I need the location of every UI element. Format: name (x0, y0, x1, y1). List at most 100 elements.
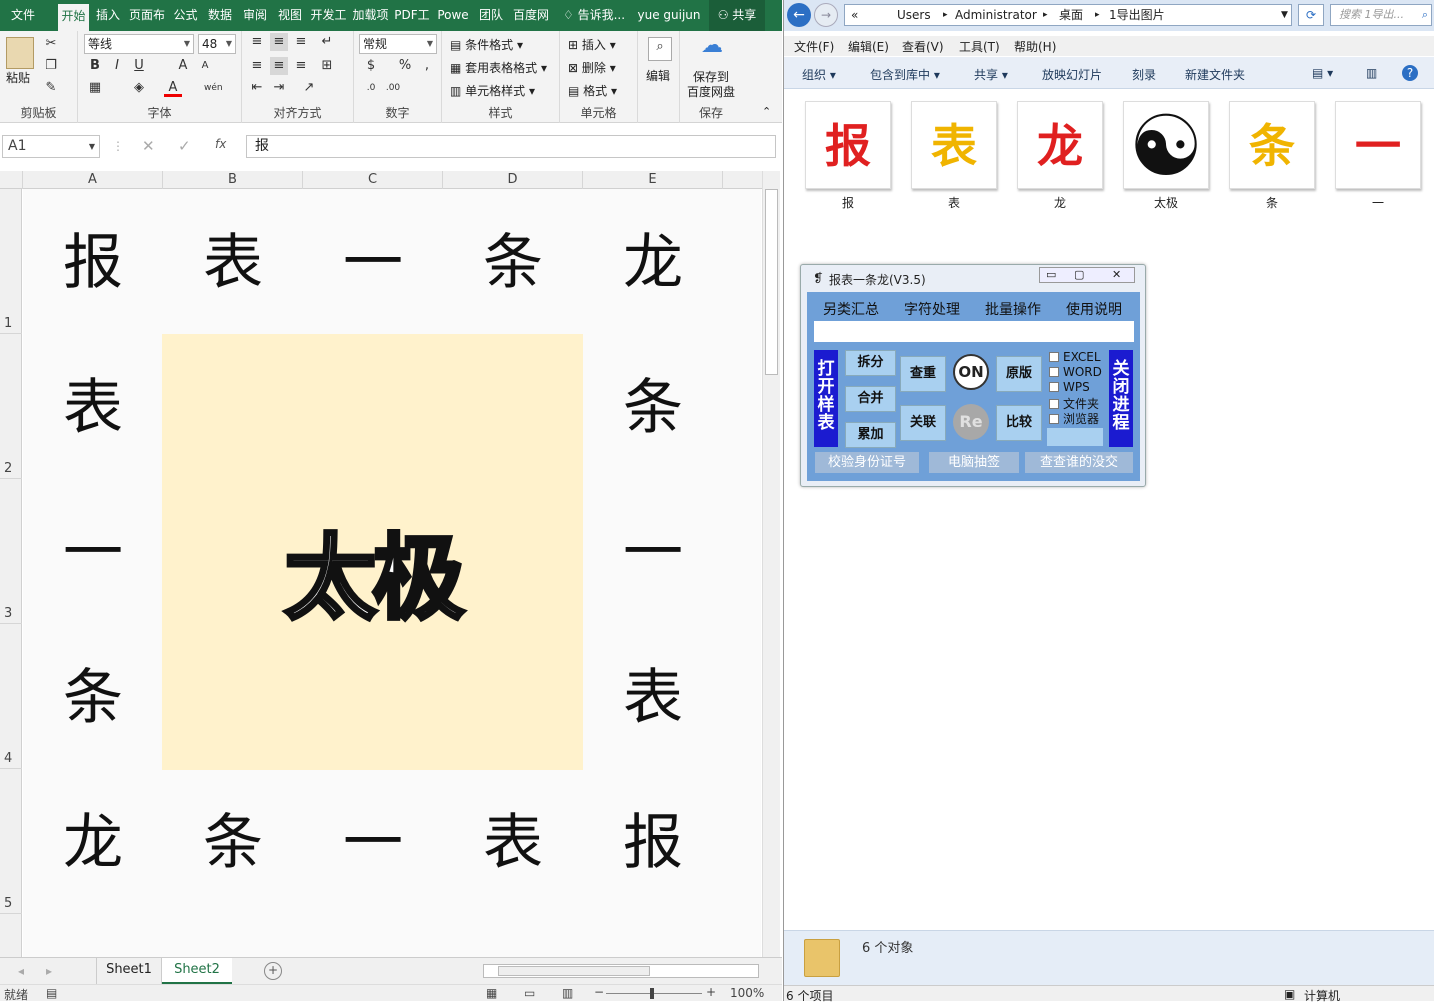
accumulate-button[interactable]: 累加 (845, 422, 896, 448)
menu-alt-summary[interactable]: 另类汇总 (823, 299, 879, 319)
share-button[interactable]: ⚇ 共享 (709, 0, 765, 31)
sheet-tab-active[interactable]: Sheet2 (162, 958, 232, 984)
include-library-button[interactable]: 包含到库中 ▾ (870, 66, 940, 83)
row-header[interactable]: 4 (0, 624, 22, 769)
cell-d5[interactable]: 表 (443, 813, 583, 873)
forward-icon[interactable]: → (814, 3, 838, 27)
scroll-thumb[interactable] (765, 189, 778, 375)
verify-id-button[interactable]: 校验身份证号 (815, 452, 919, 473)
breadcrumb-item[interactable]: 1导出图片 (1109, 5, 1165, 25)
decrease-indent-icon[interactable]: ⇤ (248, 79, 266, 97)
view-options-icon[interactable]: ▤ ▾ (1312, 66, 1333, 80)
relate-button[interactable]: 关联 (900, 405, 946, 441)
back-icon[interactable]: ← (787, 3, 811, 27)
next-sheet-icon[interactable]: ▸ (46, 964, 52, 978)
worksheet-grid[interactable]: 太极 报 表 一 条 龙 表 条 一 一 条 表 龙 条 一 表 报 (23, 189, 761, 957)
cell-e2[interactable]: 条 (583, 378, 723, 438)
menu-instructions[interactable]: 使用说明 (1066, 299, 1122, 319)
organize-button[interactable]: 组织 ▾ (802, 66, 836, 83)
editing-button-label[interactable]: 编辑 (646, 67, 670, 84)
row-header[interactable]: 5 (0, 769, 22, 914)
name-box[interactable]: A1 ▼ (2, 135, 100, 158)
page-layout-view-icon[interactable]: ▭ (524, 986, 535, 1000)
orientation-icon[interactable]: ↗ (300, 79, 318, 97)
align-right-icon[interactable]: ≡ (292, 57, 310, 75)
prev-sheet-icon[interactable]: ◂ (18, 964, 24, 978)
tab-formulas[interactable]: 公式 (170, 0, 201, 31)
menu-tools[interactable]: 工具(T) (959, 38, 1000, 55)
minimize-icon[interactable]: ▭ (1046, 268, 1056, 281)
tab-developer[interactable]: 开发工 (309, 0, 348, 31)
conditional-format-button[interactable]: ▤ 条件格式 ▾ (450, 36, 523, 53)
merged-cell-b2-d4[interactable]: 太极 (162, 334, 583, 770)
tab-page-layout[interactable]: 页面布 (127, 0, 167, 31)
font-color-icon[interactable]: A (164, 79, 182, 97)
font-size-select[interactable]: 48 ▼ (198, 34, 236, 54)
align-center-icon[interactable]: ≡ (270, 57, 288, 75)
file-thumbnail[interactable]: 报 (805, 101, 891, 189)
cut-icon[interactable]: ✂ (42, 35, 60, 53)
italic-icon[interactable]: I (108, 57, 126, 75)
horizontal-scrollbar[interactable] (483, 964, 759, 978)
lottery-button[interactable]: 电脑抽签 (929, 452, 1019, 473)
checkbox-wps[interactable]: WPS (1049, 380, 1090, 394)
cell-b1[interactable]: 表 (163, 233, 303, 293)
normal-view-icon[interactable]: ▦ (486, 986, 497, 1000)
borders-icon[interactable]: ▦ (86, 79, 104, 97)
compare-button[interactable]: 比较 (996, 405, 1042, 441)
cell-a1[interactable]: 报 (23, 233, 163, 293)
vertical-scrollbar[interactable] (762, 171, 780, 959)
insert-cells-button[interactable]: ⊞ 插入 ▾ (568, 36, 616, 53)
number-format-select[interactable]: 常规 ▼ (359, 34, 437, 54)
paste-label[interactable]: 粘贴 (6, 69, 30, 86)
zoom-in-icon[interactable]: + (706, 985, 716, 999)
share-with-button[interactable]: 共享 ▾ (974, 66, 1008, 83)
checkbox-word[interactable]: WORD (1049, 365, 1102, 379)
tab-home[interactable]: 开始 (58, 4, 89, 31)
percent-icon[interactable]: % (396, 57, 414, 75)
file-thumbnail[interactable]: ☯ (1123, 101, 1209, 190)
checkbox-excel[interactable]: EXCEL (1049, 350, 1101, 364)
tab-view[interactable]: 视图 (274, 0, 306, 31)
decrease-decimal-icon[interactable]: .00 (384, 79, 402, 97)
baidu-cloud-icon[interactable]: ☁ (700, 35, 724, 57)
tab-team[interactable]: 团队 (475, 0, 507, 31)
cell-e1[interactable]: 龙 (583, 233, 723, 293)
sheet-tab[interactable]: Sheet1 (96, 958, 162, 984)
menu-file[interactable]: 文件(F) (794, 38, 834, 55)
cancel-icon[interactable]: ✕ (142, 137, 155, 155)
who-not-submitted-button[interactable]: 查查谁的没交 (1025, 452, 1133, 473)
address-bar[interactable]: « Users ▸ Administrator ▸ 桌面 ▸ 1导出图片 ▼ (844, 4, 1292, 26)
tool-small-field[interactable] (1047, 428, 1103, 446)
tab-baidu[interactable]: 百度网 (510, 0, 552, 31)
file-label[interactable]: 条 (1229, 194, 1315, 211)
underline-icon[interactable]: U (130, 57, 148, 75)
tab-data[interactable]: 数据 (204, 0, 236, 31)
add-sheet-icon[interactable]: + (264, 962, 282, 980)
cell-a4[interactable]: 条 (23, 668, 163, 728)
menu-batch[interactable]: 批量操作 (985, 299, 1041, 319)
file-thumbnail[interactable]: 龙 (1017, 101, 1103, 189)
zoom-level[interactable]: 100% (730, 986, 764, 1000)
cell-d1[interactable]: 条 (443, 233, 583, 293)
file-label[interactable]: 报 (805, 194, 891, 211)
preview-pane-icon[interactable]: ▥ (1366, 66, 1377, 80)
save-line2[interactable]: 百度网盘 (687, 83, 735, 100)
enter-icon[interactable]: ✓ (178, 137, 191, 155)
help-icon[interactable]: ? (1402, 65, 1418, 81)
align-top-icon[interactable]: ≡ (248, 33, 266, 51)
dedupe-button[interactable]: 查重 (900, 356, 946, 392)
search-box[interactable]: 搜索 1导出... ⌕ (1330, 4, 1432, 26)
font-name-select[interactable]: 等线 ▼ (84, 34, 194, 54)
tool-input[interactable] (814, 321, 1134, 342)
macro-record-icon[interactable]: ▤ (46, 986, 57, 1000)
hscroll-thumb[interactable] (498, 966, 650, 976)
menu-edit[interactable]: 编辑(E) (848, 38, 889, 55)
on-button[interactable]: ON (953, 354, 989, 390)
user-name[interactable]: yue guijun (634, 0, 704, 31)
tab-insert[interactable]: 插入 (92, 0, 124, 31)
merge-button[interactable]: 合并 (845, 386, 896, 412)
tab-addins[interactable]: 加载项 (351, 0, 390, 31)
menu-char-process[interactable]: 字符处理 (904, 299, 960, 319)
paste-icon[interactable] (6, 37, 34, 69)
